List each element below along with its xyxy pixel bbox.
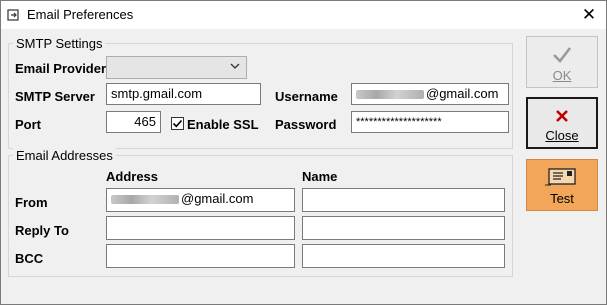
test-button-label: Test	[550, 191, 574, 206]
address-column-header: Address	[106, 169, 159, 184]
enable-ssl-label: Enable SSL	[187, 117, 259, 132]
close-button-label: Close	[545, 128, 579, 143]
bcc-label: BCC	[15, 251, 44, 266]
envelope-icon	[545, 168, 576, 186]
redacted-text	[111, 195, 179, 205]
chevron-down-icon	[230, 63, 240, 69]
smtp-settings-label: SMTP Settings	[13, 36, 106, 51]
window-title: Email Preferences	[27, 7, 134, 22]
ok-button-label: OK	[552, 68, 572, 83]
close-button[interactable]: Close	[526, 97, 598, 149]
app-icon	[7, 9, 19, 21]
email-provider-label: Email Provider	[15, 61, 107, 76]
from-address-value: @gmail.com	[181, 191, 254, 206]
from-label: From	[15, 195, 48, 210]
bcc-address-input[interactable]	[106, 244, 295, 268]
reply-to-label: Reply To	[15, 223, 69, 238]
test-button[interactable]: Test	[526, 159, 598, 211]
from-address-input[interactable]: @gmail.com	[106, 188, 295, 212]
email-preferences-window: Email Preferences ✕ SMTP Settings Email …	[0, 0, 607, 305]
x-icon	[556, 110, 568, 122]
port-label: Port	[15, 117, 41, 132]
port-input[interactable]: 465	[106, 111, 161, 133]
from-name-input[interactable]	[302, 188, 505, 212]
username-input[interactable]: @gmail.com	[351, 83, 509, 105]
username-label: Username	[275, 89, 338, 104]
title-bar: Email Preferences ✕	[1, 1, 606, 29]
enable-ssl-checkbox[interactable]	[171, 117, 184, 130]
email-provider-select[interactable]	[106, 56, 247, 79]
redacted-text	[356, 90, 424, 100]
name-column-header: Name	[302, 169, 338, 184]
email-addresses-label: Email Addresses	[13, 148, 116, 163]
password-label: Password	[275, 117, 337, 132]
reply-to-address-input[interactable]	[106, 216, 295, 240]
checkmark-icon	[172, 119, 183, 128]
checkmark-icon	[553, 47, 572, 63]
smtp-server-label: SMTP Server	[15, 89, 95, 104]
password-input[interactable]: ********************	[351, 111, 509, 133]
window-close-button[interactable]: ✕	[572, 1, 606, 29]
smtp-server-input[interactable]: smtp.gmail.com	[106, 83, 261, 105]
bcc-name-input[interactable]	[302, 244, 505, 268]
ok-button[interactable]: OK	[526, 36, 598, 88]
username-value: @gmail.com	[426, 86, 499, 101]
reply-to-name-input[interactable]	[302, 216, 505, 240]
